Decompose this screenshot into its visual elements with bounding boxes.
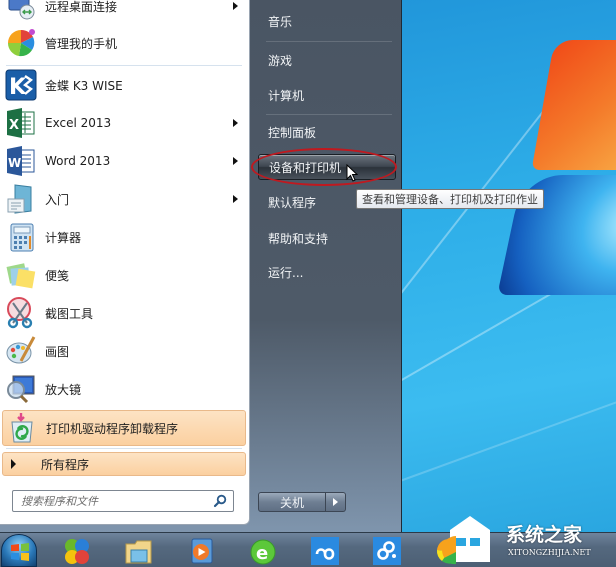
colorful-app-icon[interactable] (434, 536, 464, 566)
search-input[interactable] (21, 494, 211, 508)
right-item-label: 帮助和支持 (268, 231, 329, 246)
search-box[interactable] (12, 490, 234, 512)
right-item-games[interactable]: 游戏 (258, 47, 396, 73)
calculator-icon (5, 221, 37, 253)
start-button[interactable] (1, 534, 37, 567)
program-item-word[interactable]: W Word 2013 (2, 143, 246, 179)
program-label: 计算器 (45, 230, 82, 245)
right-item-label: 设备和打印机 (269, 160, 342, 175)
phone-manager-icon (5, 27, 37, 59)
right-item-devices-and-printers[interactable]: 设备和打印机 (258, 154, 396, 180)
program-item-excel[interactable]: X Excel 2013 (2, 105, 246, 141)
program-label: 金蝶 K3 WISE (45, 78, 123, 93)
right-item-computer[interactable]: 计算机 (258, 82, 396, 108)
sticky-notes-icon (5, 259, 37, 291)
program-label: 放大镜 (45, 382, 82, 397)
ie-browser-icon[interactable]: e (248, 536, 278, 566)
right-item-label: 运行... (268, 265, 304, 280)
program-item-sticky-notes[interactable]: 便笺 (2, 257, 246, 293)
baidu-cloud-icon[interactable] (372, 536, 402, 566)
all-programs-label: 所有程序 (41, 457, 90, 472)
svg-text:K: K (9, 75, 27, 100)
separator (6, 448, 242, 449)
program-label: 截图工具 (45, 306, 94, 321)
separator (6, 65, 242, 66)
program-label: 便笺 (45, 268, 70, 283)
program-item-getting-started[interactable]: 入门 (2, 181, 246, 217)
submenu-arrow-icon[interactable] (233, 2, 238, 10)
right-item-label: 游戏 (268, 53, 293, 68)
program-label: 打印机驱动程序卸载程序 (46, 421, 179, 436)
program-label: 入门 (45, 192, 70, 207)
start-menu: 远程桌面连接 管理我的手机 K 金蝶 K3 WISE X Excel 2013 (0, 0, 402, 532)
tooltip: 查看和管理设备、打印机及打印作业 (356, 189, 544, 209)
shutdown-label: 关机 (279, 495, 304, 510)
submenu-arrow-icon[interactable] (233, 195, 238, 203)
right-item-music[interactable]: 音乐 (258, 8, 396, 34)
chevron-right-icon (333, 498, 338, 506)
tooltip-text: 查看和管理设备、打印机及打印作业 (362, 193, 538, 206)
expand-arrow-icon (11, 459, 16, 469)
remote-desktop-icon (5, 0, 37, 22)
submenu-arrow-icon[interactable] (233, 157, 238, 165)
kingdee-k3-icon: K (5, 69, 37, 101)
program-label: Excel 2013 (45, 116, 112, 130)
program-item-calculator[interactable]: 计算器 (2, 219, 246, 255)
getting-started-icon (5, 183, 37, 215)
programs-pane: 远程桌面连接 管理我的手机 K 金蝶 K3 WISE X Excel 2013 (0, 0, 250, 525)
program-item-snipping-tool[interactable]: 截图工具 (2, 295, 246, 331)
snipping-tool-icon (5, 297, 37, 329)
program-label: 画图 (45, 344, 70, 359)
app-360-icon[interactable] (62, 536, 92, 566)
right-item-control-panel[interactable]: 控制面板 (258, 119, 396, 145)
right-item-label: 计算机 (268, 88, 305, 103)
file-explorer-icon[interactable] (124, 536, 154, 566)
cloud-sync-icon[interactable] (310, 536, 340, 566)
magnifier-icon (5, 373, 37, 405)
separator (266, 114, 392, 115)
program-item-paint[interactable]: 画图 (2, 333, 246, 369)
windows-flag-icon (11, 543, 29, 561)
program-item-remote-desktop[interactable]: 远程桌面连接 (2, 0, 246, 24)
printer-driver-uninstaller-icon (6, 412, 38, 444)
word-icon: W (5, 145, 37, 177)
right-item-label: 默认程序 (268, 195, 317, 210)
svg-text:X: X (9, 118, 19, 133)
svg-text:W: W (8, 156, 21, 170)
right-item-label: 音乐 (268, 14, 293, 29)
right-item-run[interactable]: 运行... (258, 259, 396, 285)
excel-icon: X (5, 107, 37, 139)
media-player-icon[interactable] (186, 536, 216, 566)
shutdown-options-button[interactable] (326, 492, 346, 512)
shutdown-button[interactable]: 关机 (258, 492, 326, 512)
program-label: 管理我的手机 (45, 36, 118, 51)
program-item-printer-driver-uninstaller[interactable]: 打印机驱动程序卸载程序 (2, 410, 246, 446)
paint-icon (5, 335, 37, 367)
program-item-kingdee-k3[interactable]: K 金蝶 K3 WISE (2, 67, 246, 103)
program-item-magnifier[interactable]: 放大镜 (2, 371, 246, 407)
windows-logo-orange (531, 40, 616, 170)
taskbar: e (0, 532, 616, 567)
right-item-label: 控制面板 (268, 125, 317, 140)
program-item-phone-manager[interactable]: 管理我的手机 (2, 25, 246, 61)
svg-text:e: e (256, 543, 268, 564)
all-programs-button[interactable]: 所有程序 (2, 452, 246, 476)
separator (266, 41, 392, 42)
program-label: Word 2013 (45, 154, 111, 168)
right-item-help-and-support[interactable]: 帮助和支持 (258, 225, 396, 251)
mouse-cursor-icon (346, 164, 358, 182)
submenu-arrow-icon[interactable] (233, 119, 238, 127)
search-icon[interactable] (213, 494, 227, 508)
program-label: 远程桌面连接 (45, 0, 118, 14)
